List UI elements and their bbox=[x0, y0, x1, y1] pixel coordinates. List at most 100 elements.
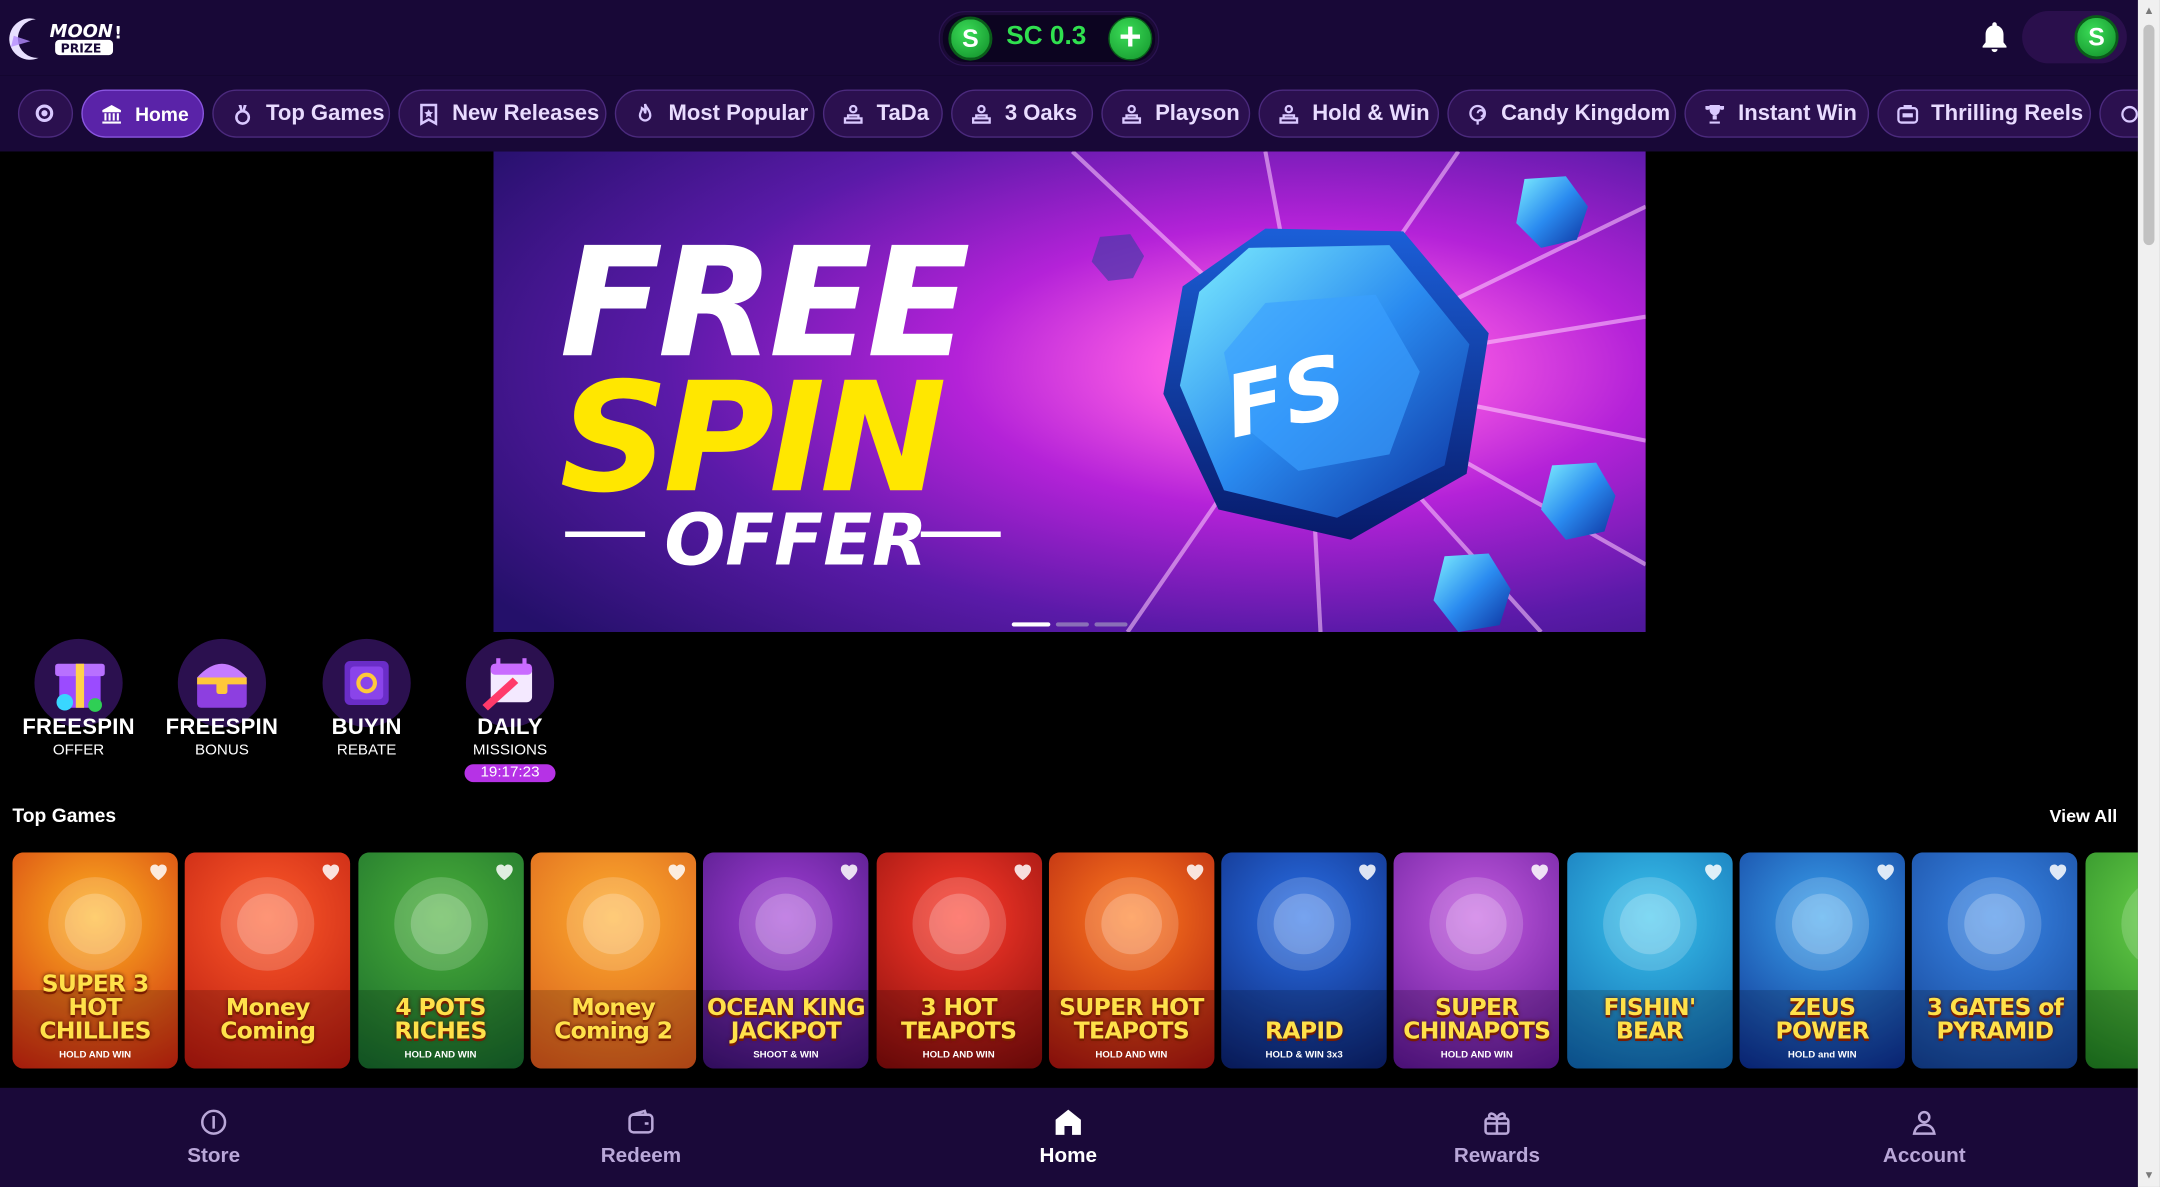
game-card[interactable]: SUPER CHINAPOTS HOLD AND WIN bbox=[1394, 852, 1560, 1069]
nav-store[interactable]: Store bbox=[131, 1107, 296, 1168]
game-title: SUPER 3 HOT CHILLIES bbox=[39, 970, 151, 1046]
calendar-icon bbox=[465, 638, 555, 728]
category-icon bbox=[2121, 105, 2138, 122]
tab-hold-and-win[interactable]: Hold & Win bbox=[1258, 89, 1440, 138]
game-card[interactable]: RAPID HOLD & WIN 3x3 bbox=[1221, 852, 1387, 1069]
nav-home[interactable]: Home bbox=[986, 1107, 1151, 1168]
favorite-heart-icon[interactable] bbox=[1011, 861, 1033, 882]
category-nav: Home Top Games New Releases Most Popular… bbox=[0, 75, 2138, 152]
favorite-heart-icon[interactable] bbox=[320, 861, 342, 882]
carousel-dot[interactable] bbox=[1055, 622, 1089, 627]
favorite-heart-icon[interactable] bbox=[666, 861, 688, 882]
scrollbar-thumb[interactable] bbox=[2143, 24, 2155, 246]
freespin-bonus-button[interactable]: FREESPIN BONUS bbox=[153, 638, 291, 759]
promo-banner[interactable]: FS FREE SPIN OFFER bbox=[493, 151, 1646, 633]
game-card[interactable]: Money Coming bbox=[185, 852, 351, 1069]
favorite-heart-icon[interactable] bbox=[493, 861, 515, 882]
game-card[interactable]: SUPER 3 HOT CHILLIES HOLD AND WIN bbox=[12, 852, 178, 1069]
game-subtitle: HIT TH bbox=[2085, 1051, 2138, 1061]
tab-label: Instant Win bbox=[1738, 101, 1857, 125]
game-subtitle: HOLD AND WIN bbox=[404, 1050, 477, 1061]
svg-text:PRIZE: PRIZE bbox=[61, 40, 102, 55]
tab-instant-win[interactable]: Instant Win bbox=[1684, 89, 1870, 138]
nav-label: Redeem bbox=[600, 1144, 682, 1168]
favorite-heart-icon[interactable] bbox=[1184, 861, 1206, 882]
gift-box-icon bbox=[34, 638, 123, 728]
notification-bell-icon[interactable] bbox=[1977, 19, 2013, 55]
wallet-switch[interactable]: S bbox=[2022, 11, 2127, 64]
favorite-heart-icon[interactable] bbox=[1529, 861, 1551, 882]
tab-label: Most Popular bbox=[668, 101, 809, 125]
carousel-dot-active[interactable] bbox=[1011, 622, 1051, 627]
nav-redeem[interactable]: Redeem bbox=[558, 1107, 723, 1168]
top-games-row: SUPER 3 HOT CHILLIES HOLD AND WIN Money Co… bbox=[12, 852, 2138, 1069]
tab-most-popular[interactable]: Most Popular bbox=[614, 89, 815, 138]
bank-icon bbox=[102, 104, 121, 123]
nav-label: Store bbox=[187, 1144, 241, 1168]
balance-pill[interactable]: S SC 0.3 + bbox=[938, 11, 1160, 67]
tab-more[interactable] bbox=[2099, 89, 2138, 138]
game-title: 3 HOT TEAPOTS bbox=[901, 994, 1017, 1046]
daily-missions-button[interactable]: DAILY MISSIONS 19:17:23 bbox=[441, 638, 579, 784]
game-card[interactable]: ZEUS POWER HOLD and WIN bbox=[1739, 852, 1905, 1069]
trophy-icon bbox=[1705, 104, 1725, 123]
favorite-heart-icon[interactable] bbox=[838, 861, 860, 882]
favorite-heart-icon[interactable] bbox=[2047, 861, 2069, 882]
buyin-rebate-button[interactable]: BUYIN REBATE bbox=[298, 638, 436, 759]
game-card[interactable]: Money Coming 2 bbox=[530, 852, 696, 1069]
scroll-up-arrow-icon[interactable]: ▲ bbox=[2142, 4, 2156, 18]
game-title: ZEUS POWER bbox=[1775, 994, 1870, 1046]
game-card[interactable]: 3 GATES of PYRAMID bbox=[1912, 852, 2078, 1069]
game-card[interactable]: P HIT TH bbox=[2084, 852, 2138, 1069]
section-title: Top Games bbox=[12, 804, 117, 827]
moon-prize-logo[interactable]: MOON PRIZE ! bbox=[8, 11, 124, 63]
tab-label: Candy Kingdom bbox=[1501, 101, 1671, 125]
favorite-heart-icon[interactable] bbox=[1356, 861, 1378, 882]
tab-playson[interactable]: Playson bbox=[1101, 89, 1251, 138]
game-title: 4 POTS RICHES bbox=[394, 994, 487, 1046]
free-spin-offer-artwork: FS FREE SPIN OFFER bbox=[493, 151, 1646, 633]
tab-new-releases[interactable]: New Releases bbox=[398, 89, 607, 138]
game-card[interactable]: FISHIN' BEAR bbox=[1566, 852, 1733, 1069]
game-title: Money Coming 2 bbox=[554, 994, 673, 1046]
game-subtitle: HOLD & WIN 3x3 bbox=[1265, 1050, 1343, 1061]
favorite-heart-icon[interactable] bbox=[1702, 861, 1724, 882]
add-coins-button[interactable]: + bbox=[1108, 16, 1153, 61]
tab-tada[interactable]: TaDa bbox=[822, 89, 943, 138]
balance-amount: SC 0.3 bbox=[1006, 22, 1087, 51]
safe-icon bbox=[322, 638, 411, 728]
mission-timer-badge: 19:17:23 bbox=[463, 764, 557, 783]
nav-rewards[interactable]: Rewards bbox=[1414, 1107, 1579, 1168]
tab-label: Hold & Win bbox=[1312, 101, 1430, 125]
game-subtitle: HOLD AND WIN bbox=[1440, 1050, 1513, 1061]
tab-thrilling-reels[interactable]: Thrilling Reels bbox=[1877, 89, 2092, 138]
search-button[interactable] bbox=[17, 89, 74, 138]
freespin-offer-button[interactable]: FREESPIN OFFER bbox=[10, 638, 148, 759]
view-all-link[interactable]: View All bbox=[2049, 806, 2117, 827]
tab-candy-kingdom[interactable]: Candy Kingdom bbox=[1447, 89, 1677, 138]
game-card[interactable]: 3 HOT TEAPOTS HOLD AND WIN bbox=[875, 852, 1042, 1069]
quick-subtitle: REBATE bbox=[336, 742, 397, 759]
favorite-heart-icon[interactable] bbox=[1875, 861, 1897, 882]
quick-subtitle: BONUS bbox=[194, 742, 249, 759]
gift-icon bbox=[1484, 1112, 1510, 1135]
tab-3-oaks[interactable]: 3 Oaks bbox=[951, 89, 1094, 138]
carousel-dots[interactable] bbox=[1011, 622, 1128, 627]
game-title: FISHIN' BEAR bbox=[1603, 994, 1697, 1046]
favorite-heart-icon[interactable] bbox=[147, 861, 169, 882]
game-card[interactable]: SUPER HOT TEAPOTS HOLD AND WIN bbox=[1048, 852, 1215, 1069]
nav-account[interactable]: Account bbox=[1842, 1107, 2007, 1168]
game-card[interactable]: OCEAN KING JACKPOT SHOOT & WIN bbox=[703, 852, 869, 1069]
tab-top-games[interactable]: Top Games bbox=[212, 89, 391, 138]
game-subtitle: SHOOT & WIN bbox=[753, 1050, 819, 1061]
tab-label: TaDa bbox=[876, 101, 929, 125]
carousel-dot[interactable] bbox=[1094, 622, 1128, 627]
scroll-down-arrow-icon[interactable]: ▼ bbox=[2142, 1169, 2156, 1183]
game-title: SUPER HOT TEAPOTS bbox=[1059, 994, 1204, 1046]
quick-title: FREESPIN bbox=[22, 716, 135, 740]
game-card[interactable]: 4 POTS RICHES HOLD AND WIN bbox=[357, 852, 524, 1069]
vertical-scrollbar[interactable]: ▲ ▼ bbox=[2137, 0, 2160, 1187]
search-icon bbox=[35, 103, 54, 122]
game-title: P bbox=[2085, 1020, 2138, 1043]
tab-home[interactable]: Home bbox=[81, 89, 205, 138]
